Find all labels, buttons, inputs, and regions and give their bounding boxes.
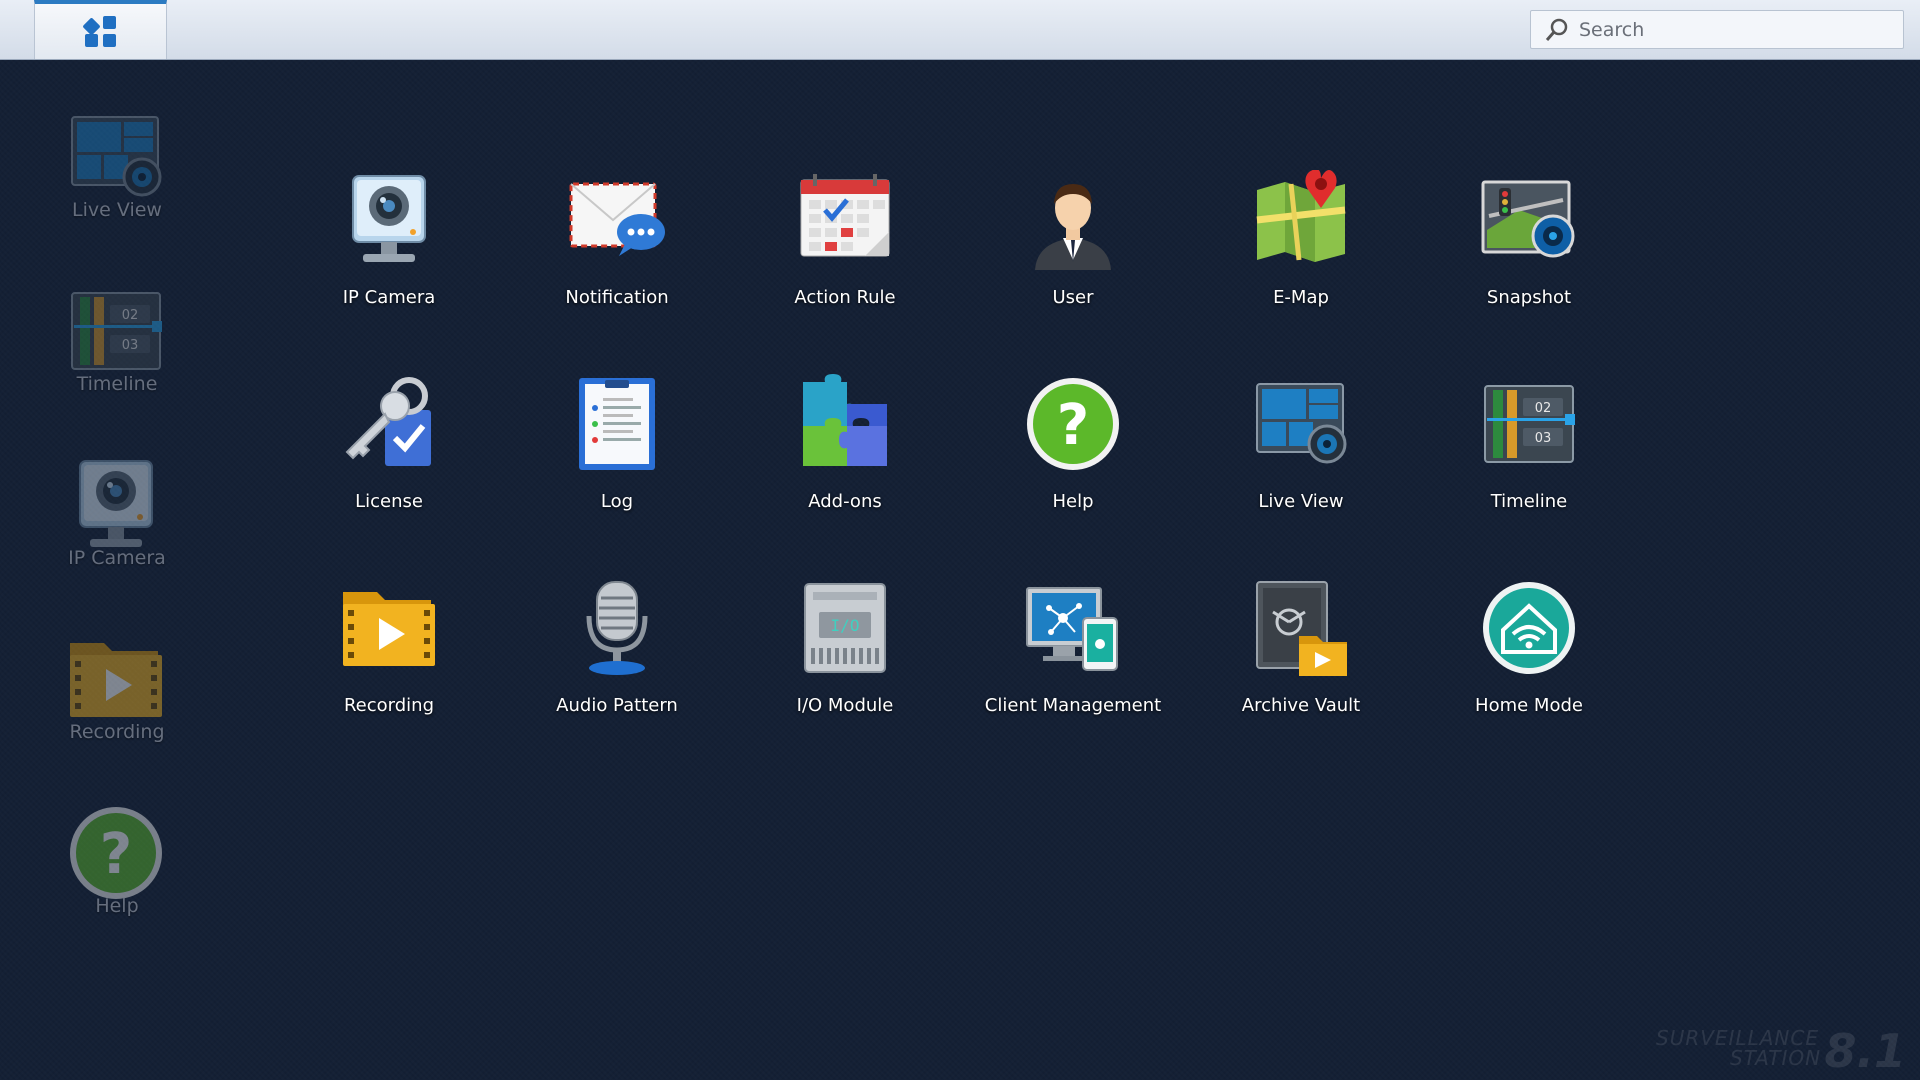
main-menu-button[interactable] <box>34 0 167 59</box>
app-help[interactable]: Help <box>959 374 1187 574</box>
app-label: Log <box>600 491 634 512</box>
app-log[interactable]: Log <box>503 374 731 574</box>
app-recording[interactable]: Recording <box>275 578 503 778</box>
timeline-icon <box>1479 374 1579 474</box>
ip-camera-icon <box>66 455 166 555</box>
app-client-management[interactable]: Client Management <box>959 578 1187 778</box>
add-ons-icon <box>795 374 895 474</box>
app-timeline[interactable]: Timeline <box>1415 374 1643 574</box>
recording-icon <box>66 629 166 729</box>
notification-icon <box>567 170 667 270</box>
e-map-icon <box>1251 170 1351 270</box>
app-label: Notification <box>565 287 669 308</box>
app-archive-vault[interactable]: Archive Vault <box>1187 578 1415 778</box>
app-label: I/O Module <box>796 695 894 716</box>
help-icon <box>1023 374 1123 474</box>
desktop-shortcuts: Live View Timeline IP Camera Recording H… <box>0 59 234 1080</box>
app-live-view[interactable]: Live View <box>1187 374 1415 574</box>
live-view-icon <box>66 107 166 207</box>
shortcut-label: Recording <box>69 721 165 743</box>
app-label: Snapshot <box>1486 287 1572 308</box>
app-label: Recording <box>343 695 435 716</box>
watermark-line2: STATION <box>1730 1046 1822 1070</box>
snapshot-icon <box>1479 170 1579 270</box>
help-icon <box>66 803 166 903</box>
shortcut-label: Live View <box>72 199 162 221</box>
recording-icon <box>339 578 439 678</box>
action-rule-icon <box>795 170 895 270</box>
shortcut-timeline[interactable]: Timeline <box>0 281 234 441</box>
shortcut-recording[interactable]: Recording <box>0 629 234 789</box>
app-label: Action Rule <box>794 287 896 308</box>
app-label: Audio Pattern <box>556 695 678 716</box>
ip-camera-icon <box>339 170 439 270</box>
app-label: Home Mode <box>1475 695 1583 716</box>
shortcut-label: Timeline <box>76 373 158 395</box>
app-snapshot[interactable]: Snapshot <box>1415 170 1643 370</box>
license-icon <box>339 374 439 474</box>
app-label: License <box>355 491 423 512</box>
user-icon <box>1023 170 1123 270</box>
archive-vault-icon <box>1251 578 1351 678</box>
app-license[interactable]: License <box>275 374 503 574</box>
log-icon <box>567 374 667 474</box>
audio-pattern-icon <box>567 578 667 678</box>
app-label: Archive Vault <box>1241 695 1361 716</box>
app-label: Add-ons <box>808 491 882 512</box>
app-label: Live View <box>1258 491 1344 512</box>
shortcut-label: IP Camera <box>68 547 166 569</box>
shortcut-live-view[interactable]: Live View <box>0 107 234 267</box>
app-add-ons[interactable]: Add-ons <box>731 374 959 574</box>
app-e-map[interactable]: E-Map <box>1187 170 1415 370</box>
app-label: User <box>1052 287 1094 308</box>
app-label: Client Management <box>984 695 1162 716</box>
app-notification[interactable]: Notification <box>503 170 731 370</box>
home-mode-icon <box>1479 578 1579 678</box>
taskbar <box>0 0 1920 60</box>
main-menu-icon <box>82 15 116 47</box>
search-icon <box>1545 18 1568 41</box>
live-view-icon <box>1251 374 1351 474</box>
app-label: Help <box>1052 491 1094 512</box>
app-home-mode[interactable]: Home Mode <box>1415 578 1643 778</box>
app-io-module[interactable]: I/O Module <box>731 578 959 778</box>
shortcut-label: Help <box>95 895 139 917</box>
app-label: E-Map <box>1273 287 1329 308</box>
search-input[interactable] <box>1577 17 1891 42</box>
search-box[interactable] <box>1530 10 1904 49</box>
io-module-icon <box>795 578 895 678</box>
product-watermark: SURVEILLANCE STATION 8.1 <box>1646 1024 1906 1078</box>
client-management-icon <box>1023 578 1123 678</box>
app-audio-pattern[interactable]: Audio Pattern <box>503 578 731 778</box>
shortcut-help[interactable]: Help <box>0 803 234 963</box>
shortcut-ip-camera[interactable]: IP Camera <box>0 455 234 615</box>
timeline-icon <box>66 281 166 381</box>
app-label: Timeline <box>1490 491 1568 512</box>
app-label: IP Camera <box>342 287 436 308</box>
app-user[interactable]: User <box>959 170 1187 370</box>
app-ip-camera[interactable]: IP Camera <box>275 170 503 370</box>
app-action-rule[interactable]: Action Rule <box>731 170 959 370</box>
watermark-version: 8.1 <box>1824 1024 1907 1078</box>
